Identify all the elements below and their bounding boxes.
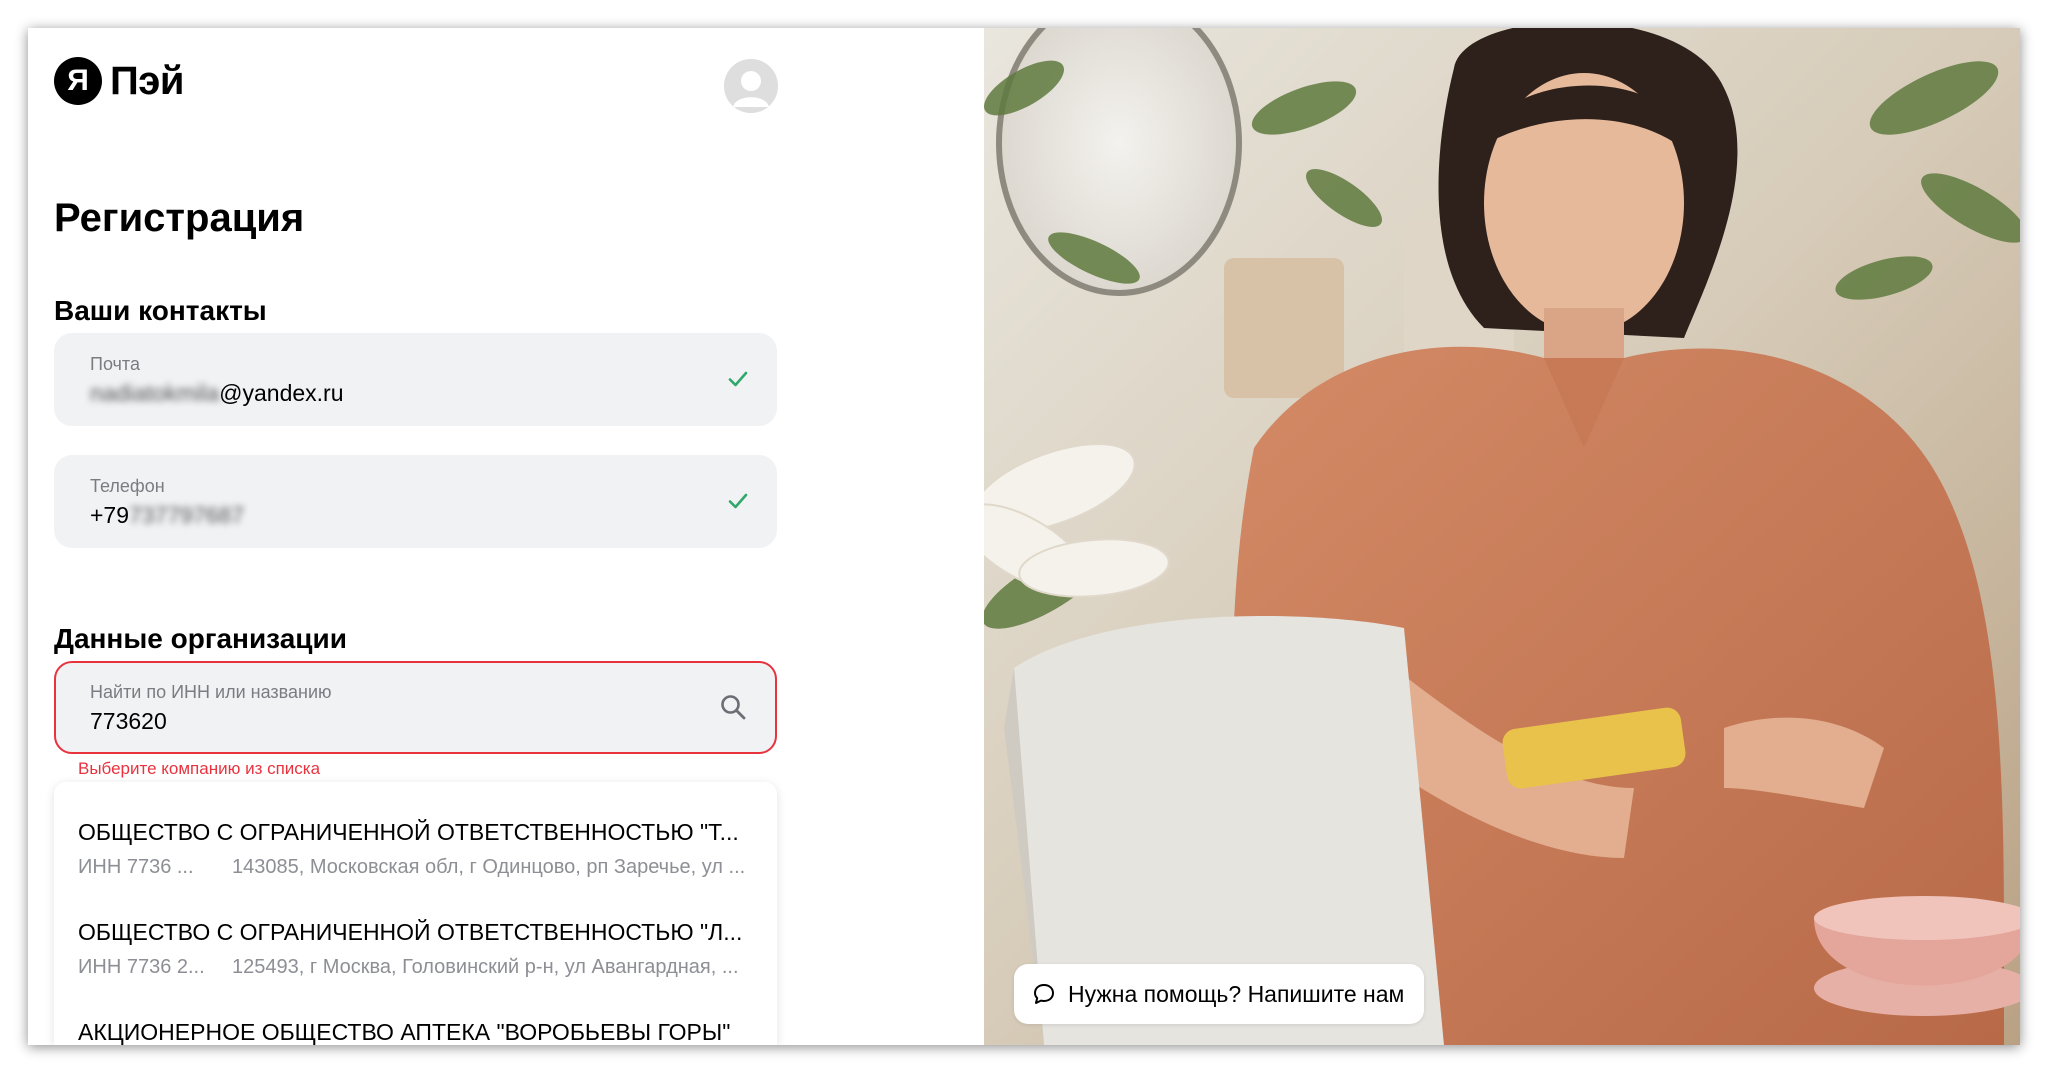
brand-name: Пэй xyxy=(110,58,184,103)
organization-heading: Данные организации xyxy=(54,623,347,654)
search-label: Найти по ИНН или названию xyxy=(90,682,332,702)
organization-search-input[interactable]: Найти по ИНН или названию 773620 xyxy=(54,661,777,754)
company-inn: ИНН 7736 2... xyxy=(78,956,205,978)
company-name: АКЦИОНЕРНОЕ ОБЩЕСТВО АПТЕКА "ВОРОБЬЕВЫ Г… xyxy=(78,1019,731,1045)
company-inn: ИНН 7736 ... xyxy=(78,856,194,878)
email-value-visible: @yandex.ru xyxy=(219,380,344,406)
help-chat-button[interactable]: Нужна помощь? Напишите нам xyxy=(1014,964,1425,1024)
phone-value-hidden: 737797687 xyxy=(129,502,245,528)
company-name: ОБЩЕСТВО С ОГРАНИЧЕННОЙ ОТВЕТСТВЕННОСТЬЮ… xyxy=(78,919,743,945)
page-title: Регистрация xyxy=(54,196,305,240)
yandex-pay-logo[interactable]: Я Пэй xyxy=(54,57,184,105)
organization-results-list: ОБЩЕСТВО С ОГРАНИЧЕННОЙ ОТВЕТСТВЕННОСТЬЮ… xyxy=(54,782,777,1045)
company-name: ОБЩЕСТВО С ОГРАНИЧЕННОЙ ОТВЕТСТВЕННОСТЬЮ… xyxy=(78,819,739,845)
company-meta: ИНН 7736 ... 143085, Московская обл, г О… xyxy=(78,856,758,879)
phone-value-visible: +79 xyxy=(90,502,130,528)
company-meta: ИНН 7736 2... 125493, г Москва, Головинс… xyxy=(78,956,758,979)
list-item[interactable]: АКЦИОНЕРНОЕ ОБЩЕСТВО АПТЕКА "ВОРОБЬЕВЫ Г… xyxy=(78,1019,758,1045)
company-address: 143085, Московская обл, г Одинцово, рп З… xyxy=(232,856,746,878)
registration-panel: Я Пэй Регистрация Ваши контакты Почта na… xyxy=(28,28,984,1045)
search-icon[interactable] xyxy=(719,693,747,721)
list-item[interactable]: ОБЩЕСТВО С ОГРАНИЧЕННОЙ ОТВЕТСТВЕННОСТЬЮ… xyxy=(78,919,758,979)
email-field[interactable]: Почта nadiatokmila@yandex.ru xyxy=(54,333,777,426)
hero-photo: Нужна помощь? Напишите нам xyxy=(984,28,2020,1045)
contacts-heading: Ваши контакты xyxy=(54,295,267,326)
help-label: Нужна помощь? Напишите нам xyxy=(1068,980,1405,1007)
phone-field[interactable]: Телефон +79737797687 xyxy=(54,455,777,548)
search-value: 773620 xyxy=(90,708,167,734)
list-item[interactable]: ОБЩЕСТВО С ОГРАНИЧЕННОЙ ОТВЕТСТВЕННОСТЬЮ… xyxy=(78,819,758,879)
check-icon xyxy=(728,371,748,387)
email-label: Почта xyxy=(90,354,140,374)
app-window: Я Пэй Регистрация Ваши контакты Почта na… xyxy=(28,28,2020,1045)
yandex-logo-icon: Я xyxy=(54,57,102,105)
user-avatar[interactable] xyxy=(724,59,778,113)
phone-value: +79737797687 xyxy=(90,502,244,529)
check-icon xyxy=(728,493,748,509)
email-value: nadiatokmila@yandex.ru xyxy=(90,380,344,407)
company-address: 125493, г Москва, Головинский р-н, ул Ав… xyxy=(232,956,739,978)
user-icon xyxy=(724,59,778,113)
email-value-hidden: nadiatokmila xyxy=(90,380,220,406)
woman-with-phone-illustration xyxy=(984,28,2020,1045)
chat-bubble-icon xyxy=(1034,984,1054,1004)
search-error-message: Выберите компанию из списка xyxy=(78,759,321,778)
phone-label: Телефон xyxy=(90,476,165,496)
